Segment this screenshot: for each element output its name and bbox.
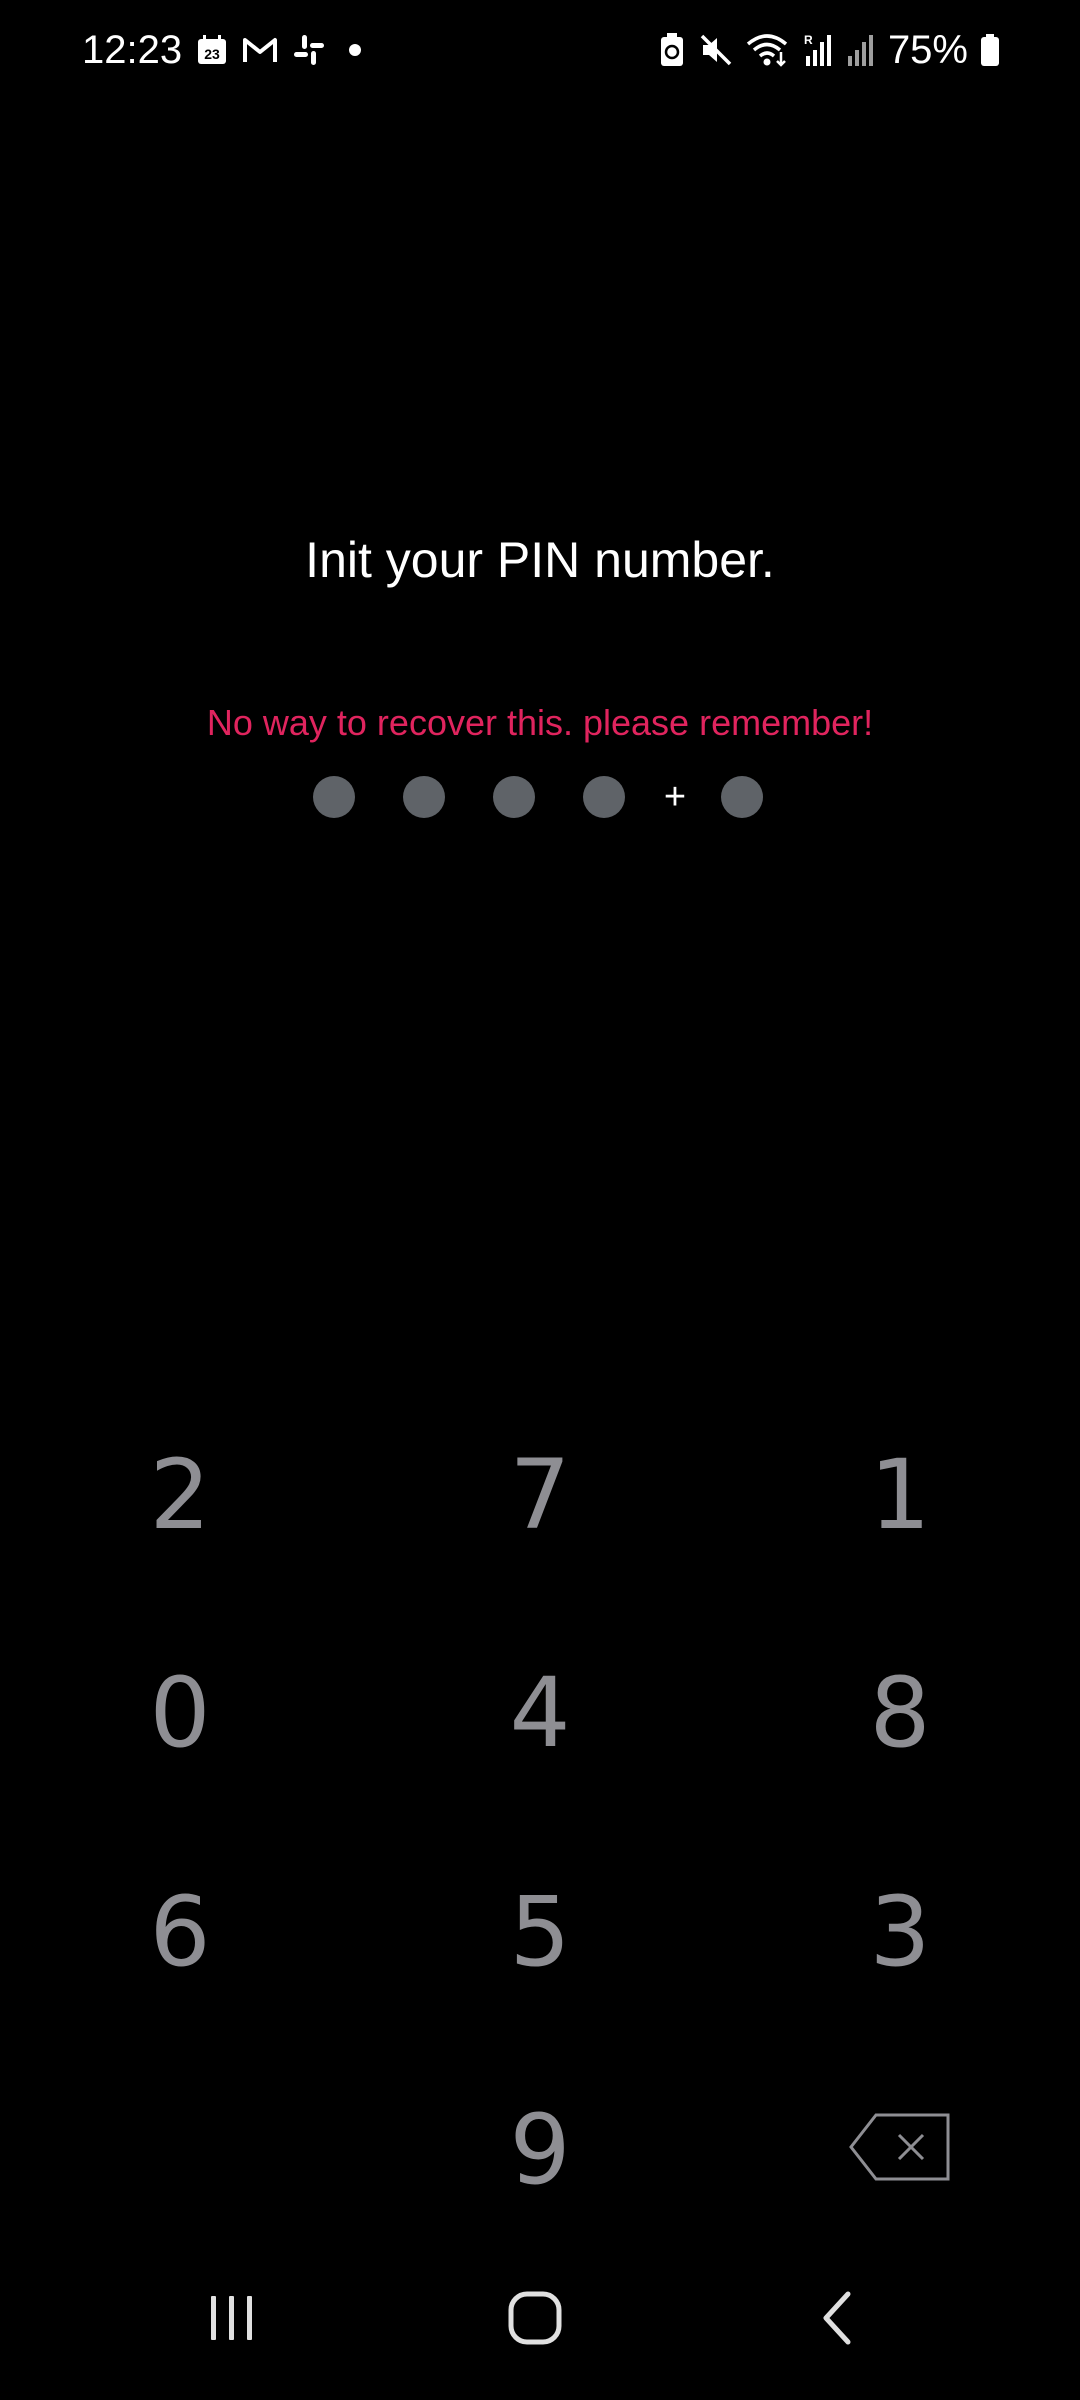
key-4[interactable]: 4 (420, 1623, 660, 1803)
key-9[interactable]: 9 (420, 2060, 660, 2240)
page-title: Init your PIN number. (305, 532, 775, 588)
home-button[interactable] (475, 2260, 595, 2380)
calendar-day: 23 (204, 46, 220, 62)
key-1[interactable]: 1 (780, 1405, 1020, 1585)
pin-separator: + (663, 776, 687, 818)
back-icon (818, 2290, 858, 2351)
key-label: 7 (509, 1439, 571, 1551)
key-label: 6 (149, 1876, 211, 1988)
pin-dot-2 (403, 776, 445, 818)
key-label: 5 (509, 1876, 571, 1988)
key-5[interactable]: 5 (420, 1842, 660, 2022)
status-time: 12:23 (82, 28, 183, 72)
key-3[interactable]: 3 (780, 1842, 1020, 2022)
key-0[interactable]: 0 (60, 1623, 300, 1803)
pin-indicator: + (0, 774, 1080, 820)
more-notifications-dot-icon (340, 35, 370, 65)
key-label: 1 (869, 1439, 931, 1551)
backspace-icon (848, 2094, 952, 2206)
mute-icon (698, 32, 734, 68)
key-label: 0 (149, 1657, 211, 1769)
system-icons: R 75% (658, 24, 1000, 76)
navigation-bar (0, 2240, 1080, 2400)
backspace-button[interactable] (780, 2060, 1020, 2240)
pin-dot-1 (313, 776, 355, 818)
notification-icons: 23 (196, 30, 370, 70)
home-icon (505, 2288, 565, 2353)
pin-dot-5 (721, 776, 763, 818)
recent-apps-icon (204, 2292, 260, 2349)
key-label: 9 (509, 2094, 571, 2206)
key-label: 3 (869, 1876, 931, 1988)
key-label: 4 (509, 1657, 571, 1769)
key-6[interactable]: 6 (60, 1842, 300, 2022)
signal-icon (846, 32, 876, 68)
key-label: 2 (149, 1439, 211, 1551)
gmail-icon (242, 35, 278, 65)
back-button[interactable] (778, 2260, 898, 2380)
wifi-icon (746, 32, 790, 68)
key-label: 8 (869, 1657, 931, 1769)
recovery-warning: No way to recover this. please remember! (206, 702, 874, 743)
key-2[interactable]: 2 (60, 1405, 300, 1585)
pin-dot-4 (583, 776, 625, 818)
pin-dot-3 (493, 776, 535, 818)
calendar-icon: 23 (196, 34, 228, 66)
battery-icon (980, 33, 1000, 67)
battery-saver-icon (658, 32, 686, 68)
key-8[interactable]: 8 (780, 1623, 1020, 1803)
svg-text:R: R (804, 33, 813, 47)
battery-percent: 75% (887, 28, 968, 72)
key-7[interactable]: 7 (420, 1405, 660, 1585)
signal-roaming-icon: R (802, 32, 834, 68)
slack-icon (292, 33, 326, 67)
recent-apps-button[interactable] (172, 2260, 292, 2380)
status-bar: 12:23 23 R 75% (0, 0, 1080, 100)
